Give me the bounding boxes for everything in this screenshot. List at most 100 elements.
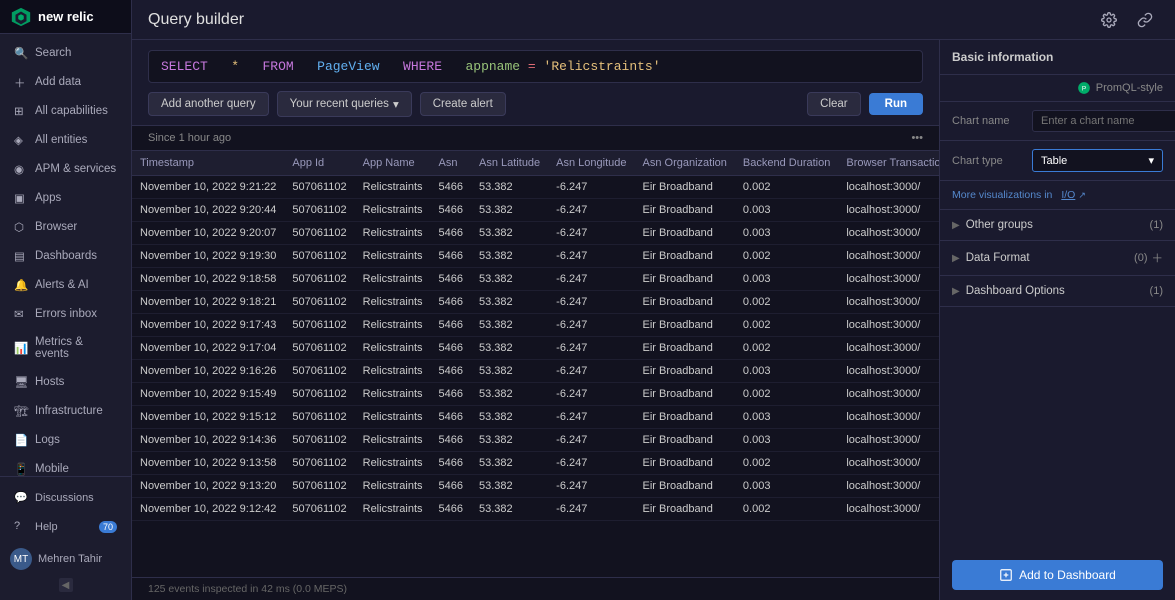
page-title: Query builder [148, 11, 244, 29]
clear-button[interactable]: Clear [807, 92, 860, 116]
table-cell: Eir Broadband [635, 199, 735, 222]
data-table-scroll[interactable]: Timestamp App Id App Name Asn Asn Latitu… [132, 151, 939, 577]
svg-text:P: P [1082, 85, 1086, 92]
chevron-right-icon: ▶ [952, 220, 960, 231]
table-cell: 53.382 [471, 498, 548, 521]
sidebar-item-mobile[interactable]: 📱 Mobile [4, 455, 127, 476]
table-cell: 5466 [431, 337, 471, 360]
table-cell: localhost:3000/ [838, 429, 939, 452]
table-cell: 53.382 [471, 429, 548, 452]
sidebar-item-dashboards[interactable]: ▤ Dashboards [4, 242, 127, 270]
table-cell: 5466 [431, 383, 471, 406]
table-row: November 10, 2022 9:17:43507061102Relics… [132, 314, 939, 337]
table-options-button[interactable]: ••• [911, 132, 923, 144]
add-query-button[interactable]: Add another query [148, 92, 269, 116]
table-cell: 0.002 [735, 291, 838, 314]
share-icon [1137, 12, 1153, 28]
add-icon: ＋ [1152, 250, 1164, 266]
hosts-icon: 🖥 [14, 375, 28, 389]
sidebar-item-discussions[interactable]: 💬 Discussions [4, 484, 127, 512]
run-button[interactable]: Run [869, 93, 923, 115]
sidebar-item-browser[interactable]: ⬡ Browser [4, 213, 127, 241]
add-to-dashboard-button[interactable]: Add to Dashboard [952, 560, 1163, 590]
table-cell: -6.247 [548, 291, 634, 314]
table-cell: 53.382 [471, 360, 548, 383]
table-cell: Relicstraints [355, 268, 431, 291]
table-cell: -6.247 [548, 337, 634, 360]
gear-icon [1101, 12, 1117, 28]
table-cell: Relicstraints [355, 498, 431, 521]
sidebar-item-alerts-label: Alerts & AI [35, 279, 89, 291]
sidebar-item-alerts[interactable]: 🔔 Alerts & AI [4, 271, 127, 299]
table-cell: 53.382 [471, 314, 548, 337]
other-groups-accordion[interactable]: ▶ Other groups (1) [940, 210, 1175, 241]
sidebar-item-infrastructure[interactable]: 🏗 Infrastructure [4, 397, 127, 425]
table-cell: Relicstraints [355, 314, 431, 337]
help-icon: ? [14, 520, 28, 534]
table-cell: 0.002 [735, 176, 838, 199]
table-cell: -6.247 [548, 498, 634, 521]
sidebar-item-apps[interactable]: ▣ Apps [4, 184, 127, 212]
plus-icon: ＋ [14, 75, 28, 89]
settings-button[interactable] [1095, 6, 1123, 34]
create-alert-button[interactable]: Create alert [420, 92, 506, 116]
sidebar-item-search-label: Search [35, 47, 71, 59]
data-format-accordion[interactable]: ▶ Data Format (0) ＋ [940, 241, 1175, 276]
table-cell: -6.247 [548, 475, 634, 498]
table-cell: localhost:3000/ [838, 498, 939, 521]
table-cell: -6.247 [548, 360, 634, 383]
sidebar-item-logs[interactable]: 📄 Logs [4, 426, 127, 454]
data-format-label: Data Format [966, 252, 1134, 264]
topbar-icons [1095, 6, 1159, 34]
query-line[interactable]: SELECT * FROM PageView WHERE appname = '… [148, 50, 923, 83]
table-row: November 10, 2022 9:12:42507061102Relics… [132, 498, 939, 521]
table-cell: Relicstraints [355, 291, 431, 314]
sidebar-item-hosts[interactable]: 🖥 Hosts [4, 368, 127, 396]
chart-type-value: Table [1041, 155, 1067, 167]
col-asn-org: Asn Organization [635, 151, 735, 176]
sidebar-item-errors[interactable]: ✉ Errors inbox [4, 300, 127, 328]
other-groups-count: (1) [1150, 219, 1163, 231]
sidebar-item-all-entities-label: All entities [35, 134, 87, 146]
collapse-sidebar-button[interactable]: ◀ [59, 578, 73, 592]
table-cell: Relicstraints [355, 337, 431, 360]
recent-queries-button[interactable]: Your recent queries ▾ [277, 91, 412, 117]
table-row: November 10, 2022 9:19:30507061102Relics… [132, 245, 939, 268]
table-cell: 0.002 [735, 314, 838, 337]
table-meta: Since 1 hour ago ••• [132, 126, 939, 151]
external-link-icon: ↗ [1078, 190, 1086, 201]
table-row: November 10, 2022 9:20:07507061102Relics… [132, 222, 939, 245]
sidebar-item-all-entities[interactable]: ◈ All entities [4, 126, 127, 154]
chart-type-select[interactable]: Table ▾ [1032, 149, 1163, 172]
table-cell: Eir Broadband [635, 222, 735, 245]
sidebar-item-all-capabilities[interactable]: ⊞ All capabilities [4, 97, 127, 125]
chart-name-input[interactable] [1032, 110, 1175, 132]
sidebar-item-metrics[interactable]: 📊 Metrics & events [4, 329, 127, 367]
sidebar-item-add-data[interactable]: ＋ Add data [4, 68, 127, 96]
table-cell: localhost:3000/ [838, 222, 939, 245]
col-app-id: App Id [284, 151, 354, 176]
table-cell: Relicstraints [355, 452, 431, 475]
sidebar: new relic 🔍 Search ＋ Add data ⊞ All capa… [0, 0, 132, 600]
data-format-count: (0) [1134, 252, 1147, 264]
promql-badge: P PromQL-style [940, 75, 1175, 102]
more-visualizations-link[interactable]: More visualizations in I/O ↗ [940, 181, 1175, 210]
sidebar-item-help[interactable]: ? Help 70 [4, 513, 127, 541]
more-viz-link[interactable]: I/O [1061, 189, 1075, 201]
table-cell: 53.382 [471, 383, 548, 406]
table-cell: localhost:3000/ [838, 314, 939, 337]
table-cell: November 10, 2022 9:20:44 [132, 199, 284, 222]
table-cell: -6.247 [548, 199, 634, 222]
recent-queries-label: Your recent queries [290, 98, 389, 110]
table-cell: Eir Broadband [635, 245, 735, 268]
more-viz-text: More visualizations in [952, 189, 1052, 201]
chart-type-label: Chart type [952, 155, 1032, 167]
sidebar-item-search[interactable]: 🔍 Search [4, 39, 127, 67]
dashboard-options-accordion[interactable]: ▶ Dashboard Options (1) [940, 276, 1175, 307]
share-button[interactable] [1131, 6, 1159, 34]
sidebar-item-mobile-label: Mobile [35, 463, 69, 475]
table-footer: 125 events inspected in 42 ms (0.0 MEPS) [132, 577, 939, 600]
sidebar-item-apm[interactable]: ◉ APM & services [4, 155, 127, 183]
filter-field: appname [465, 59, 520, 74]
infrastructure-icon: 🏗 [14, 404, 28, 418]
